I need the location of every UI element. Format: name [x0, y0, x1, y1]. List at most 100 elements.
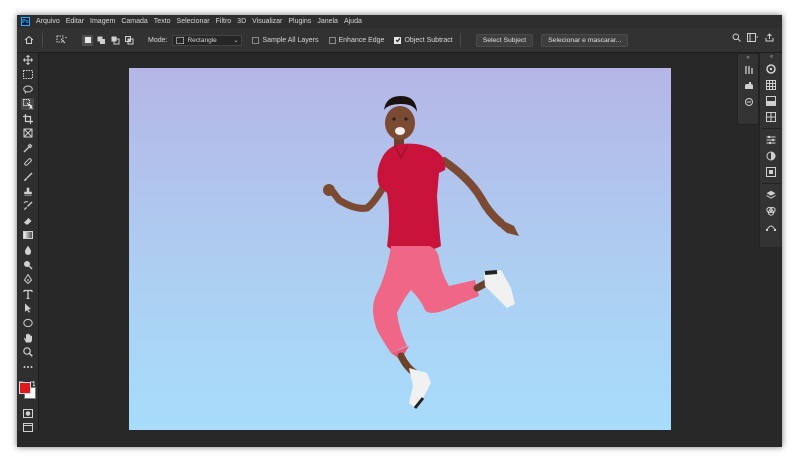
move-icon	[21, 54, 34, 66]
clone-stamp-tool[interactable]	[17, 184, 38, 199]
channels-icon[interactable]	[760, 203, 782, 219]
gradient-icon	[21, 229, 34, 241]
divider	[762, 128, 781, 129]
brush-settings-icon[interactable]	[738, 94, 760, 110]
quick-mask-button[interactable]	[17, 406, 38, 421]
object-subtract-label: Object Subtract	[404, 36, 453, 44]
menu-janela[interactable]: Janela	[317, 18, 338, 25]
type-tool[interactable]	[17, 287, 38, 302]
intersect-selection-icon[interactable]	[124, 35, 135, 46]
brush-tool[interactable]	[17, 170, 38, 185]
eyedropper-icon	[21, 142, 34, 154]
pen-tool[interactable]	[17, 272, 38, 287]
menu-imagem[interactable]: Imagem	[90, 18, 115, 25]
eyedropper-tool[interactable]	[17, 141, 38, 156]
pen-icon	[21, 273, 34, 285]
sample-all-layers-checkbox[interactable]: Sample All Layers	[252, 36, 319, 44]
swatches-grid-icon[interactable]	[760, 77, 782, 93]
gradient-tool[interactable]	[17, 228, 38, 243]
marquee-tool[interactable]	[17, 68, 38, 83]
quick-mask-icon	[21, 407, 34, 419]
menu-camada[interactable]: Camada	[121, 18, 147, 25]
collapse-arrows-icon[interactable]: «	[760, 53, 782, 61]
layers-icon[interactable]	[760, 187, 782, 203]
eraser-tool[interactable]	[17, 214, 38, 229]
lasso-icon	[21, 83, 34, 95]
color-wheel-icon[interactable]	[760, 61, 782, 77]
divider	[762, 183, 781, 184]
eraser-icon	[21, 215, 34, 227]
healing-brush-icon	[21, 156, 34, 168]
enhance-edge-checkbox[interactable]: Enhance Edge	[328, 36, 384, 44]
patterns-icon[interactable]	[760, 109, 782, 125]
crop-tool[interactable]	[17, 111, 38, 126]
swatches-icon[interactable]	[738, 62, 760, 78]
hand-tool[interactable]	[17, 330, 38, 345]
foreground-color-swatch[interactable]	[19, 382, 31, 395]
zoom-tool[interactable]	[17, 345, 38, 360]
more-tools-button[interactable]	[17, 359, 38, 374]
menu-filtro[interactable]: Filtro	[216, 18, 232, 25]
history-brush-tool[interactable]	[17, 199, 38, 214]
share-icon[interactable]	[765, 33, 774, 44]
gradients-icon[interactable]	[760, 93, 782, 109]
menu-visualizar[interactable]: Visualizar	[252, 18, 282, 25]
path-selection-icon	[21, 302, 34, 314]
select-and-mask-button[interactable]: Selecionar e mascarar...	[541, 33, 629, 47]
fill-adjust-icon[interactable]	[760, 148, 782, 164]
collapse-arrows-icon[interactable]: «	[738, 54, 758, 62]
color-swatches	[17, 374, 38, 402]
screen-mode-button[interactable]	[17, 421, 38, 436]
path-selection-tool[interactable]	[17, 301, 38, 316]
menu-bar: Ps Arquivo Editar Imagem Camada Texto Se…	[17, 15, 782, 28]
blur-tool[interactable]	[17, 243, 38, 258]
libraries-icon[interactable]	[760, 164, 782, 180]
frame-icon	[21, 127, 34, 139]
healing-brush-tool[interactable]	[17, 155, 38, 170]
more-tools-icon	[21, 361, 34, 373]
menu-selecionar[interactable]: Selecionar	[177, 18, 210, 25]
tools-panel	[17, 53, 39, 433]
dodge-tool[interactable]	[17, 257, 38, 272]
ellipse-tool[interactable]	[17, 316, 38, 331]
move-tool[interactable]	[17, 53, 38, 68]
mode-select-value: Rectangle	[187, 36, 217, 44]
divider	[42, 33, 43, 47]
object-selection-tool[interactable]	[17, 97, 38, 112]
dodge-icon	[21, 259, 34, 271]
paths-icon[interactable]	[760, 219, 782, 235]
mode-select[interactable]: Rectangle ⌄	[172, 34, 243, 46]
menu-editar[interactable]: Editar	[66, 18, 84, 25]
marquee-icon	[21, 69, 34, 81]
checkbox-box	[328, 36, 336, 44]
adjustments-icon[interactable]	[760, 132, 782, 148]
menu-plugins[interactable]: Plugins	[288, 18, 311, 25]
subtract-selection-icon[interactable]	[110, 35, 121, 46]
menu-ajuda[interactable]: Ajuda	[344, 18, 362, 25]
photoshop-window: Ps Arquivo Editar Imagem Camada Texto Se…	[17, 15, 782, 447]
object-selection-icon	[21, 98, 34, 111]
frame-tool[interactable]	[17, 126, 38, 141]
rectangle-icon	[176, 36, 185, 44]
select-subject-button[interactable]: Select Subject	[475, 33, 534, 47]
add-selection-icon[interactable]	[96, 35, 107, 46]
ps-logo: Ps	[21, 17, 30, 26]
menu-3d[interactable]: 3D	[237, 18, 246, 25]
home-icon[interactable]	[23, 34, 35, 46]
properties-icon[interactable]	[738, 78, 760, 94]
tool-preset-icon[interactable]	[56, 34, 68, 46]
menu-arquivo[interactable]: Arquivo	[36, 18, 60, 25]
sample-all-layers-label: Sample All Layers	[262, 36, 319, 44]
menu-texto[interactable]: Texto	[154, 18, 171, 25]
brush-icon	[21, 171, 34, 183]
document-canvas[interactable]	[129, 68, 671, 430]
hand-icon	[21, 332, 34, 344]
search-icon[interactable]	[732, 33, 741, 44]
object-subtract-checkbox[interactable]: Object Subtract	[394, 36, 453, 44]
mode-label: Mode:	[148, 36, 168, 44]
workspace-icon[interactable]	[747, 33, 759, 44]
clone-stamp-icon	[21, 186, 34, 198]
checkbox-box	[252, 36, 260, 44]
new-selection-icon[interactable]	[82, 34, 93, 46]
lasso-tool[interactable]	[17, 82, 38, 97]
